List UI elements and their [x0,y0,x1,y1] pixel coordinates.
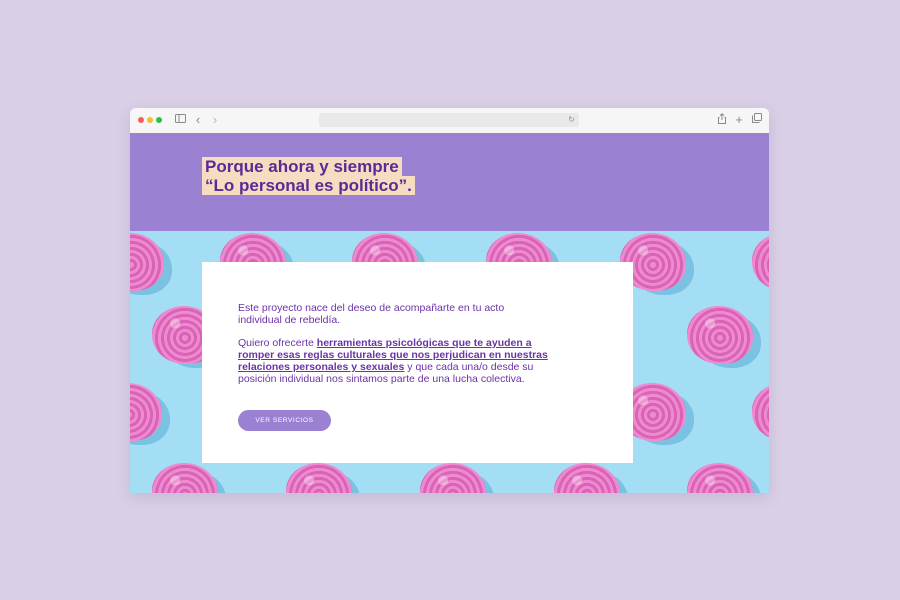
minimize-window-button[interactable] [147,117,153,123]
browser-toolbar: ‹ › ↻ + [130,108,769,134]
plus-icon[interactable]: + [734,113,744,127]
sidebar-icon[interactable] [174,113,186,127]
headline-line-1: Porque ahora y siempre [202,157,402,176]
brain-image [420,463,486,493]
intro-paragraph-1: Este proyecto nace del deseo de acompaña… [238,302,505,326]
brain-image [687,463,753,493]
brain-image [752,233,769,291]
reload-icon[interactable]: ↻ [568,113,575,127]
share-icon[interactable] [716,113,728,127]
intro-paragraph-2: Quiero ofrecerte herramientas psicológic… [238,337,548,385]
chevron-left-icon[interactable]: ‹ [193,113,203,127]
hero-headline: Porque ahora y siempre “Lo personal es p… [202,157,415,195]
headline-line-2: “Lo personal es político”. [202,176,415,195]
brain-image [687,306,753,364]
brain-image [752,383,769,441]
browser-window: ‹ › ↻ + Porque ahora y siempre “Lo perso… [130,108,769,493]
brain-image [130,383,162,441]
close-window-button[interactable] [138,117,144,123]
ver-servicios-button[interactable]: VER SERVICIOS [238,410,331,431]
hero-banner: Porque ahora y siempre “Lo personal es p… [130,133,769,231]
chevron-right-icon[interactable]: › [210,113,220,127]
brain-image [130,233,164,291]
intro-text: Este proyecto nace del deseo de acompaña… [238,302,548,396]
brain-image [152,463,218,493]
zoom-window-button[interactable] [156,117,162,123]
brain-image [554,463,620,493]
tabs-icon[interactable] [751,113,763,127]
paragraph-2-intro: Quiero ofrecerte [238,337,317,349]
intro-card: Este proyecto nace del deseo de acompaña… [202,262,633,463]
address-bar[interactable]: ↻ [319,113,579,127]
brain-image [286,463,352,493]
